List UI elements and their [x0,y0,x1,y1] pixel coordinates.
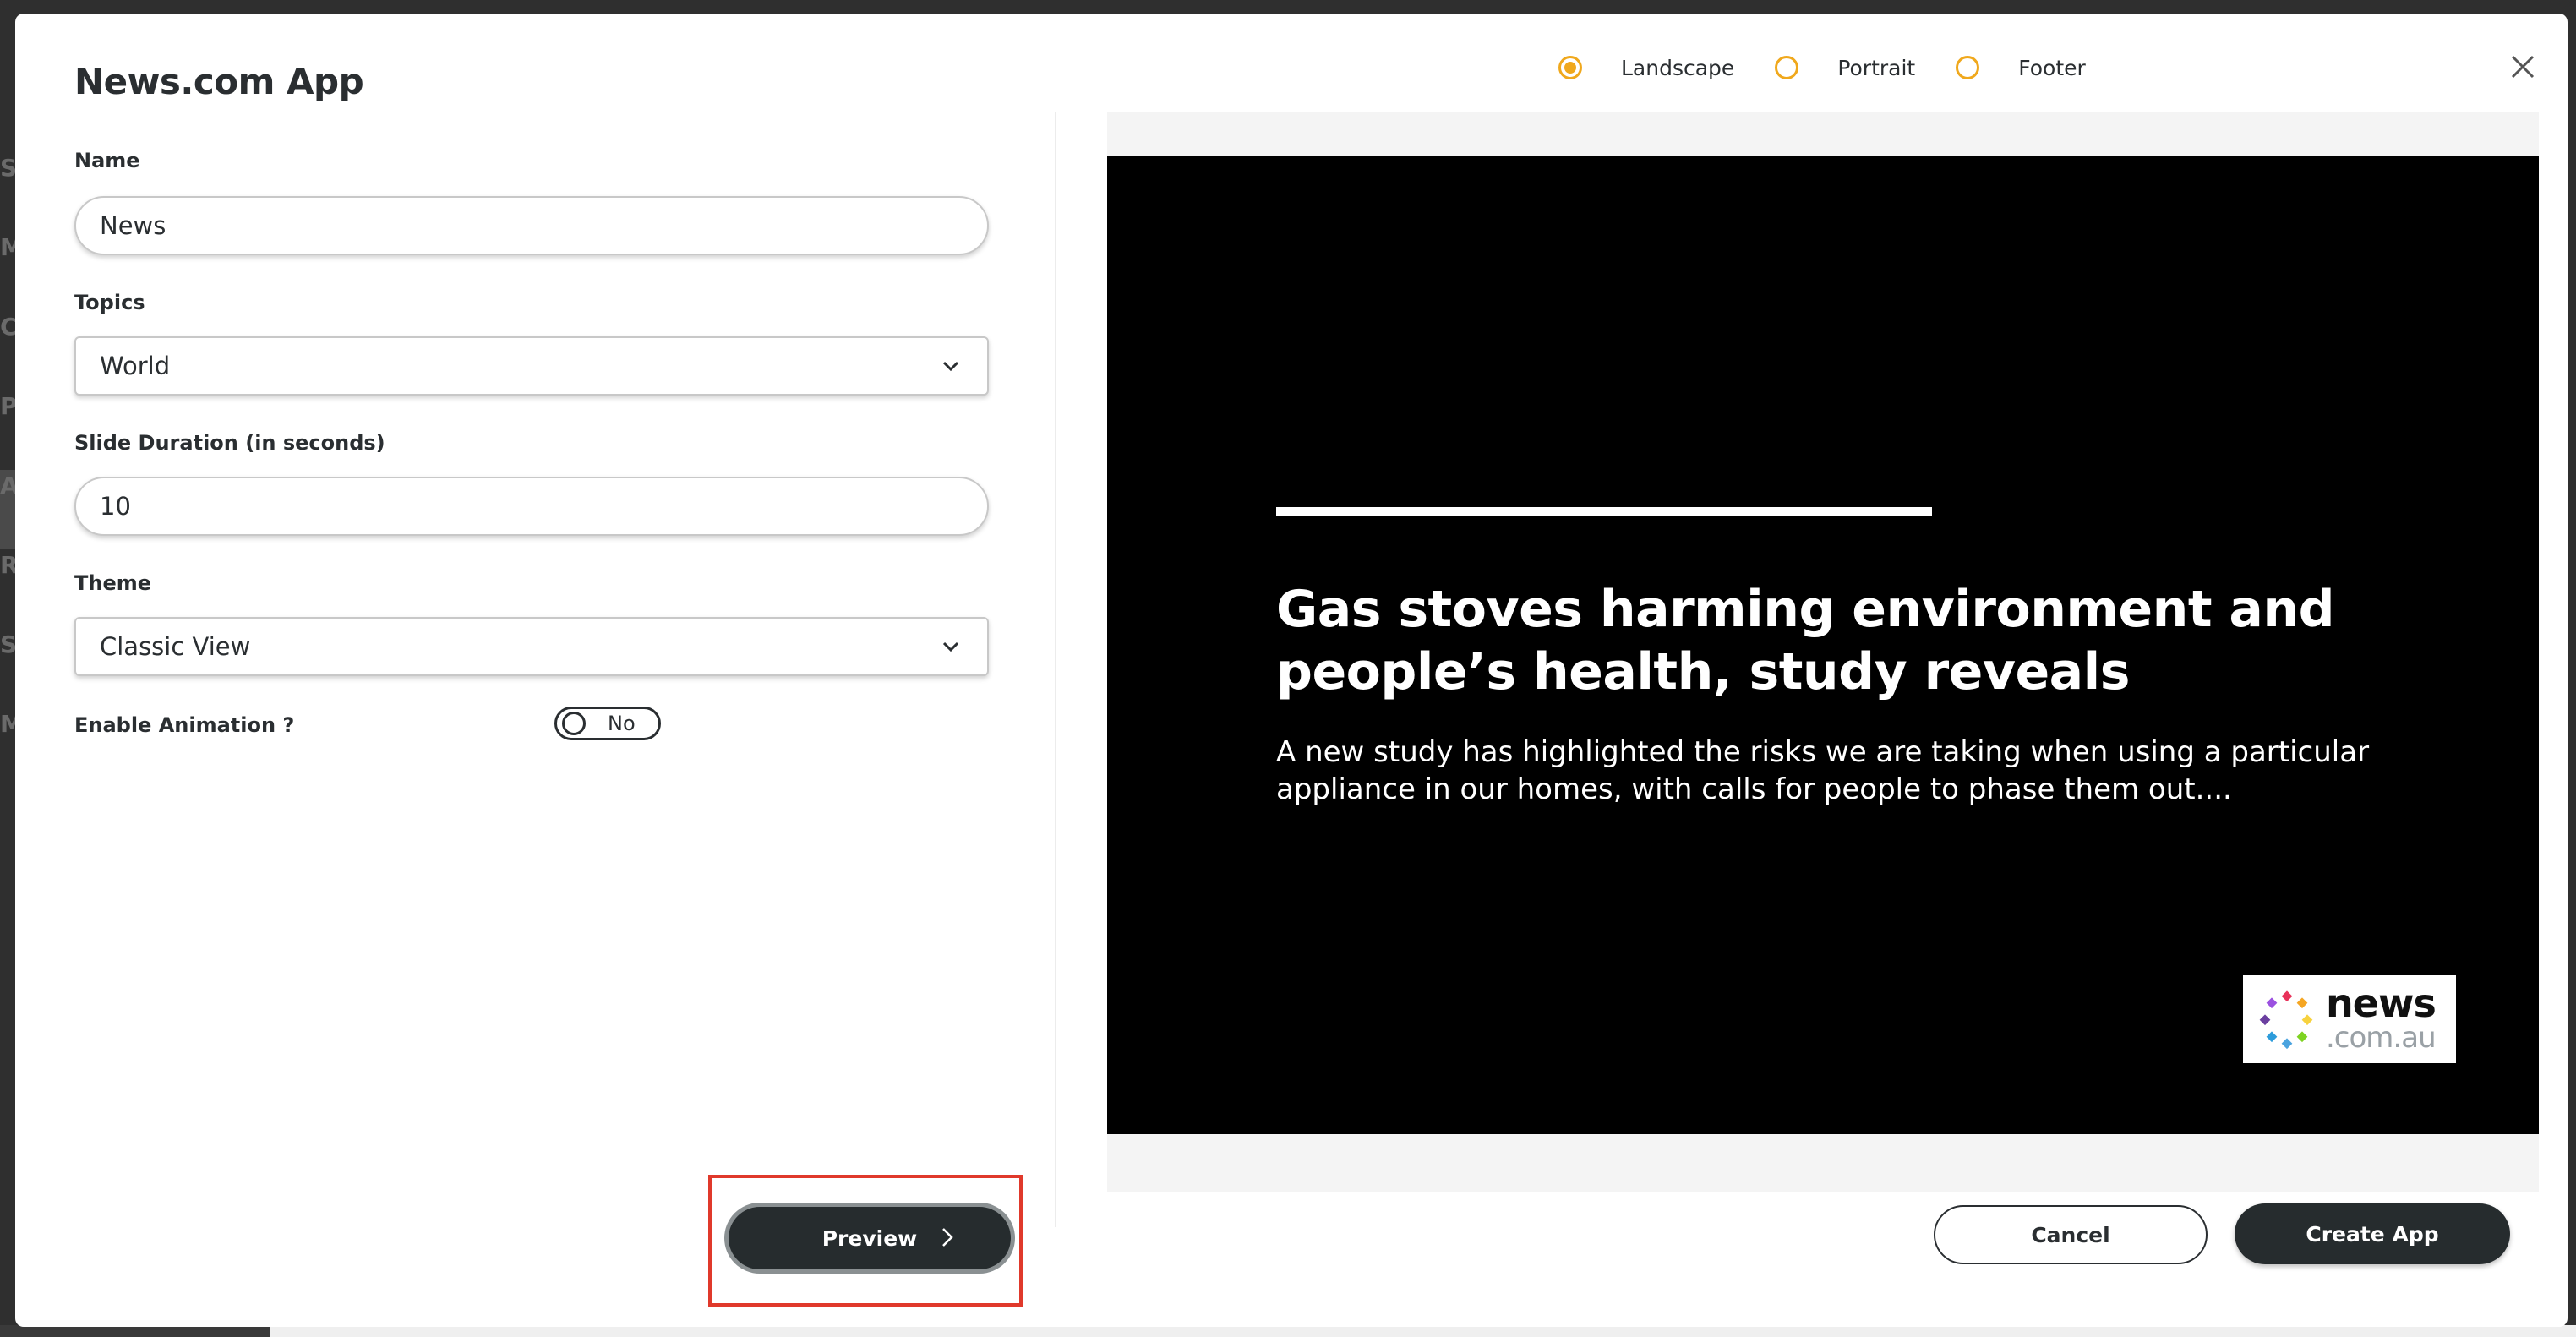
slide-divider-bar [1276,507,1932,516]
background-sidebar-letter: C [0,313,15,341]
theme-selected-value: Classic View [100,632,251,661]
theme-select[interactable]: Classic View [74,617,989,676]
background-sidebar-letter: A [0,470,15,549]
topics-select[interactable]: World [74,336,989,396]
slide-duration-input[interactable]: 10 [74,477,989,536]
enable-animation-toggle[interactable]: No [554,707,661,740]
orientation-option-landscape[interactable]: Landscape [1558,56,1734,80]
background-sidebar-letter: S [0,630,15,658]
preview-button-label: Preview [821,1225,918,1251]
preview-highlight-box: Preview [708,1175,1023,1307]
orientation-radio-group: Landscape Portrait Footer [1558,51,2126,85]
theme-label: Theme [74,571,152,595]
panel-divider [1055,112,1056,1227]
close-button[interactable] [2502,46,2544,88]
orientation-option-footer[interactable]: Footer [1956,56,2086,80]
cancel-button[interactable]: Cancel [1934,1205,2208,1264]
toggle-state-label: No [608,712,636,735]
slide-summary: A new study has highlighted the risks we… [1276,735,2370,806]
background-sidebar-letter: S [0,154,15,182]
radio-selected-icon[interactable] [1558,56,1582,79]
close-icon[interactable] [2510,54,2535,79]
name-label: Name [74,149,140,172]
chevron-down-icon [942,641,959,652]
create-app-button[interactable]: Create App [2235,1203,2510,1264]
background-content-edge [270,1325,2576,1337]
radio-unselected-icon[interactable] [1775,56,1799,79]
preview-button[interactable]: Preview [729,1207,1011,1269]
orientation-label: Portrait [1837,55,1916,80]
orientation-option-portrait[interactable]: Portrait [1775,56,1915,80]
modal-title: News.com App [74,61,364,102]
create-app-modal: News.com App Landscape Portrait Footer N… [15,14,2568,1327]
toggle-knob [562,712,586,735]
background-footer [0,1325,2576,1337]
background-sidebar-letter: M [0,710,15,738]
news-com-au-logo: news .com.au [2243,975,2456,1063]
background-sidebar-letter: R [0,551,15,579]
orientation-label: Landscape [1621,55,1735,80]
chevron-right-icon [942,1228,953,1247]
topics-selected-value: World [100,352,171,380]
logo-dots-icon [2259,990,2313,1050]
radio-unselected-icon[interactable] [1956,56,1980,79]
logo-text-news: news [2326,980,2437,1026]
background-sidebar: S M C P A R S M [0,152,15,788]
enable-animation-label: Enable Animation ? [74,713,295,737]
chevron-down-icon [942,361,959,372]
topics-label: Topics [74,291,145,314]
orientation-label: Footer [2018,55,2086,80]
slide-duration-label: Slide Duration (in seconds) [74,431,385,455]
background-sidebar-letter: M [0,233,15,261]
news-slide-preview: Gas stoves harming environment and peopl… [1107,156,2539,1134]
slide-headline: Gas stoves harming environment and peopl… [1276,580,2335,701]
name-input[interactable]: News [74,196,989,255]
background-sidebar-letter: P [0,392,15,420]
preview-panel: Gas stoves harming environment and peopl… [1107,112,2539,1192]
logo-text-domain: .com.au [2326,1021,2437,1055]
